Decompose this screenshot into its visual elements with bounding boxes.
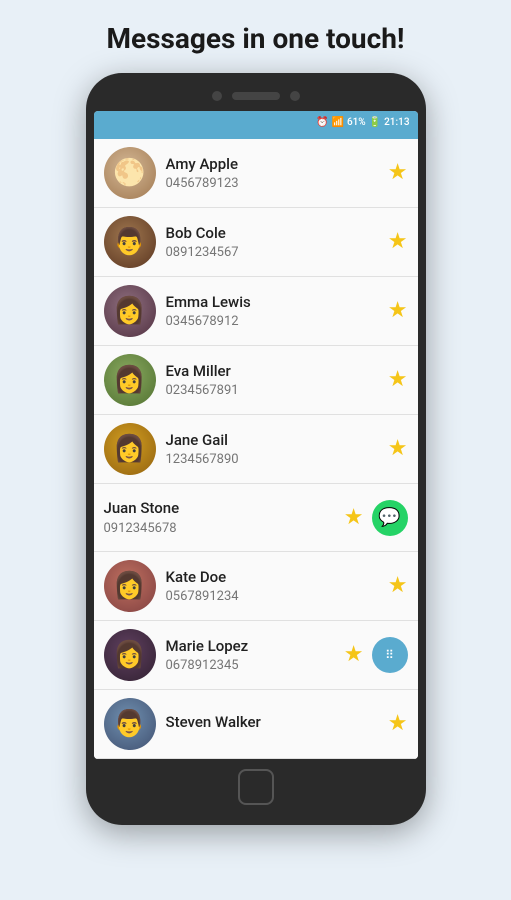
whatsapp-icon: 💬 [378, 507, 400, 528]
contact-name-kate: Kate Doe [166, 568, 388, 588]
contact-actions-steven: ★ [388, 713, 408, 735]
contact-list: 🌕 Amy Apple 0456789123 ★ 👨 Bob Cole 0891… [94, 139, 418, 759]
contact-item-marie[interactable]: 👩 Marie Lopez 0678912345 ★ ⠿ [94, 621, 418, 690]
avatar-marie: 👩 [104, 629, 156, 681]
avatar-eva: 👩 [104, 354, 156, 406]
contact-actions-kate: ★ [388, 575, 408, 597]
home-button[interactable] [238, 769, 274, 805]
contact-info-kate: Kate Doe 0567891234 [166, 568, 388, 605]
contact-item-juan[interactable]: Juan Stone 0912345678 ★ 💬 [94, 484, 418, 552]
contact-name-eva: Eva Miller [166, 362, 388, 382]
contact-info-bob: Bob Cole 0891234567 [166, 224, 388, 261]
contact-item-emma[interactable]: 👩 Emma Lewis 0345678912 ★ [94, 277, 418, 346]
contact-name-marie: Marie Lopez [166, 637, 344, 657]
contact-item-amy[interactable]: 🌕 Amy Apple 0456789123 ★ [94, 139, 418, 208]
star-jane[interactable]: ★ [388, 438, 408, 460]
contact-info-emma: Emma Lewis 0345678912 [166, 293, 388, 330]
star-steven[interactable]: ★ [388, 713, 408, 735]
phone-top-bar [94, 87, 418, 111]
contact-info-steven: Steven Walker [166, 713, 388, 735]
star-juan[interactable]: ★ [344, 507, 364, 529]
phone-bottom [94, 767, 418, 807]
contact-actions-amy: ★ [388, 162, 408, 184]
contact-phone-juan: 0912345678 [104, 521, 344, 536]
contact-info-amy: Amy Apple 0456789123 [166, 155, 388, 192]
fab-button[interactable]: ⠿ [372, 637, 408, 673]
contact-info-jane: Jane Gail 1234567890 [166, 431, 388, 468]
contact-phone-marie: 0678912345 [166, 658, 344, 673]
contact-actions-emma: ★ [388, 300, 408, 322]
contact-actions-bob: ★ [388, 231, 408, 253]
contact-actions-jane: ★ [388, 438, 408, 460]
whatsapp-button-juan[interactable]: 💬 [372, 500, 408, 536]
star-bob[interactable]: ★ [388, 231, 408, 253]
avatar-steven: 👨 [104, 698, 156, 750]
contact-name-emma: Emma Lewis [166, 293, 388, 313]
star-kate[interactable]: ★ [388, 575, 408, 597]
contact-name-steven: Steven Walker [166, 713, 388, 733]
contact-name-amy: Amy Apple [166, 155, 388, 175]
contact-item-kate[interactable]: 👩 Kate Doe 0567891234 ★ [94, 552, 418, 621]
avatar-bob: 👨 [104, 216, 156, 268]
star-amy[interactable]: ★ [388, 162, 408, 184]
contact-phone-emma: 0345678912 [166, 314, 388, 329]
contact-item-steven[interactable]: 👨 Steven Walker ★ [94, 690, 418, 759]
contact-phone-bob: 0891234567 [166, 245, 388, 260]
contact-name-jane: Jane Gail [166, 431, 388, 451]
alarm-icon: ⏰ [316, 117, 328, 128]
contact-phone-jane: 1234567890 [166, 452, 388, 467]
status-bar: ⏰ 📶 61% 🔋 21:13 [94, 111, 418, 133]
phone-camera2 [290, 91, 300, 101]
contact-actions-juan: ★ 💬 [344, 500, 408, 536]
avatar-kate: 👩 [104, 560, 156, 612]
battery-text: 61% [347, 117, 366, 128]
contact-info-eva: Eva Miller 0234567891 [166, 362, 388, 399]
contact-info-marie: Marie Lopez 0678912345 [166, 637, 344, 674]
contact-item-jane[interactable]: 👩 Jane Gail 1234567890 ★ [94, 415, 418, 484]
avatar-amy: 🌕 [104, 147, 156, 199]
app-headline: Messages in one touch! [77, 0, 435, 73]
contact-item-eva[interactable]: 👩 Eva Miller 0234567891 ★ [94, 346, 418, 415]
signal-icon: 📶 [331, 117, 343, 128]
battery-icon: 🔋 [369, 117, 381, 128]
phone-screen: ⏰ 📶 61% 🔋 21:13 🌕 Amy Apple 0456789123 ★ [94, 111, 418, 759]
contact-actions-eva: ★ [388, 369, 408, 391]
contact-phone-kate: 0567891234 [166, 589, 388, 604]
contact-name-bob: Bob Cole [166, 224, 388, 244]
avatar-jane: 👩 [104, 423, 156, 475]
contact-actions-marie: ★ ⠿ [344, 637, 408, 673]
contact-phone-eva: 0234567891 [166, 383, 388, 398]
avatar-emma: 👩 [104, 285, 156, 337]
phone-speaker [232, 92, 280, 100]
contact-phone-amy: 0456789123 [166, 176, 388, 191]
phone-device: ⏰ 📶 61% 🔋 21:13 🌕 Amy Apple 0456789123 ★ [86, 73, 426, 825]
time-text: 21:13 [384, 117, 409, 128]
star-marie[interactable]: ★ [344, 644, 364, 666]
star-emma[interactable]: ★ [388, 300, 408, 322]
status-icons: ⏰ 📶 61% 🔋 21:13 [316, 117, 409, 128]
dots-icon: ⠿ [385, 648, 394, 662]
contact-name-juan: Juan Stone [104, 499, 344, 519]
phone-camera [212, 91, 222, 101]
star-eva[interactable]: ★ [388, 369, 408, 391]
contact-info-juan: Juan Stone 0912345678 [104, 499, 344, 536]
contact-item-bob[interactable]: 👨 Bob Cole 0891234567 ★ [94, 208, 418, 277]
